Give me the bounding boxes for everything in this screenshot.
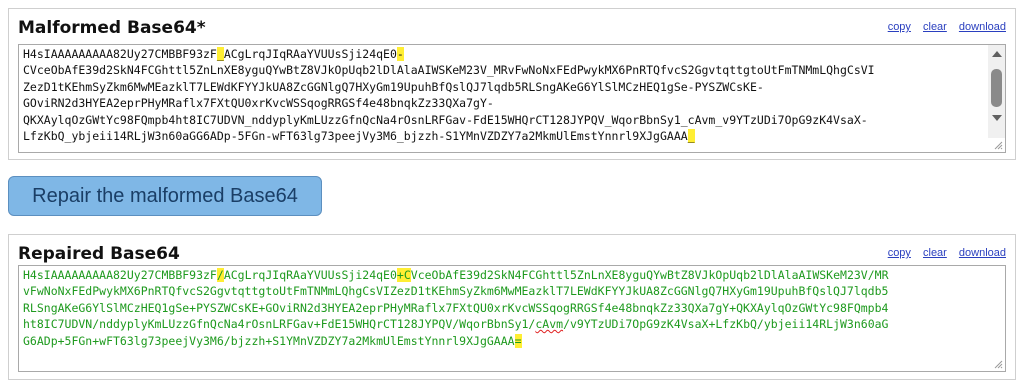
highlighted-fix: =: [514, 333, 522, 348]
text-line: ht8IC7UDVN/nddyplyKmLUzzGfnQcNa4rOsnLRFG…: [23, 316, 1001, 332]
text-segment: /v9YTzUDi7OpG9zK4VsaX+LfzKbQ/ybjeii14RLj…: [563, 317, 889, 332]
scrollbar-thumb[interactable]: [991, 69, 1002, 107]
text-line: H4sIAAAAAAAAA82Uy27CMBBF93zF/ACgLrqJIqRA…: [23, 267, 1001, 283]
text-line: GOviRN2d3HYEA2eprPHyMRaflx7FXtQU0xrKvcWS…: [23, 95, 979, 111]
text-segment: CVceObAfE39d2SkN4FCGhttl5ZnLnXE8yguQYwBt…: [23, 63, 875, 78]
text-segment: QKXAylqOzGWtYc98FQmpb4ht8IC7UDVN_nddyply…: [23, 112, 868, 127]
repaired-textarea[interactable]: H4sIAAAAAAAAA82Uy27CMBBF93zF/ACgLrqJIqRA…: [18, 265, 1006, 372]
highlighted-fix: -: [396, 47, 404, 61]
repaired-base64-panel: Repaired Base64 copy clear download H4sI…: [8, 234, 1016, 380]
text-line: CVceObAfE39d2SkN4FCGhttl5ZnLnXE8yguQYwBt…: [23, 62, 979, 78]
highlighted-fix: +C: [396, 268, 411, 282]
text-segment: RLSngAKeG6YlSlMCzHEQ1gSe+PYSZWCsKE+GOviR…: [23, 300, 889, 315]
text-segment: ht8IC7UDVN/nddyplyKmLUzzGfnQcNa4rOsnLRFG…: [23, 317, 536, 332]
repaired-title: Repaired Base64: [18, 244, 180, 264]
download-link[interactable]: download: [959, 21, 1006, 33]
text-line: H4sIAAAAAAAAA82Uy27CMBBF93zF_ACgLrqJIqRA…: [23, 46, 979, 62]
repaired-text: H4sIAAAAAAAAA82Uy27CMBBF93zF/ACgLrqJIqRA…: [23, 267, 1001, 349]
malformed-title: Malformed Base64*: [18, 18, 206, 38]
repaired-actions: copy clear download: [879, 247, 1006, 259]
repair-button[interactable]: Repair the malformed Base64: [8, 176, 322, 216]
text-segment: G6ADp+5FGn+wFT63lg73peejVy3M6/bjzzh+S1YM…: [23, 333, 515, 348]
highlighted-fix: _: [216, 47, 224, 61]
text-segment: vFwNoNxFEdPwykMX6PnRTQfvcS2GgvtqttgtoUtF…: [23, 284, 889, 299]
vertical-scrollbar[interactable]: [988, 45, 1005, 138]
malformed-base64-panel: Malformed Base64* copy clear download H4…: [8, 8, 1016, 160]
text-line: QKXAylqOzGWtYc98FQmpb4ht8IC7UDVN_nddyply…: [23, 112, 979, 128]
malformed-textarea[interactable]: H4sIAAAAAAAAA82Uy27CMBBF93zF_ACgLrqJIqRA…: [18, 44, 1006, 153]
text-segment: H4sIAAAAAAAAA82Uy27CMBBF93zF: [23, 268, 217, 282]
text-segment: VceObAfE39d2SkN4FCGhttl5ZnLnXE8yguQYwBtZ…: [410, 268, 889, 282]
spellcheck-underline: cAvm: [535, 317, 564, 332]
text-segment: ACgLrqJIqRAaYVUUsSji24qE0: [223, 47, 397, 61]
clear-link[interactable]: clear: [923, 247, 947, 259]
text-line: vFwNoNxFEdPwykMX6PnRTQfvcS2GgvtqttgtoUtF…: [23, 283, 1001, 299]
copy-link[interactable]: copy: [888, 21, 911, 33]
download-link[interactable]: download: [959, 247, 1006, 259]
highlighted-fix: /: [216, 268, 224, 282]
scroll-down-arrow-icon[interactable]: [992, 115, 1002, 121]
text-segment: ACgLrqJIqRAaYVUUsSji24qE0: [223, 268, 397, 282]
malformed-actions: copy clear download: [879, 21, 1006, 33]
resize-grip-icon[interactable]: [993, 359, 1003, 369]
text-segment: ZezD1tKEhmSyZkm6MwMEazklT7LEWdKFYYJkUA8Z…: [23, 79, 764, 94]
clear-link[interactable]: clear: [923, 21, 947, 33]
text-line: LfzKbQ_ybjeii14RLjW3n60aGG6ADp-5FGn-wFT6…: [23, 128, 979, 144]
copy-link[interactable]: copy: [888, 247, 911, 259]
text-segment: LfzKbQ_ybjeii14RLjW3n60aGG6ADp-5FGn-wFT6…: [23, 129, 688, 144]
malformed-text: H4sIAAAAAAAAA82Uy27CMBBF93zF_ACgLrqJIqRA…: [23, 46, 979, 144]
resize-grip-icon[interactable]: [993, 140, 1003, 150]
text-segment: H4sIAAAAAAAAA82Uy27CMBBF93zF: [23, 47, 217, 61]
text-line: ZezD1tKEhmSyZkm6MwMEazklT7LEWdKFYYJkUA8Z…: [23, 79, 979, 95]
text-line: G6ADp+5FGn+wFT63lg73peejVy3M6/bjzzh+S1YM…: [23, 333, 1001, 349]
text-segment: GOviRN2d3HYEA2eprPHyMRaflx7FXtQU0xrKvcWS…: [23, 96, 494, 111]
scroll-up-arrow-icon[interactable]: [992, 51, 1002, 57]
text-line: RLSngAKeG6YlSlMCzHEQ1gSe+PYSZWCsKE+GOviR…: [23, 300, 1001, 316]
highlighted-fix: _: [687, 129, 695, 144]
